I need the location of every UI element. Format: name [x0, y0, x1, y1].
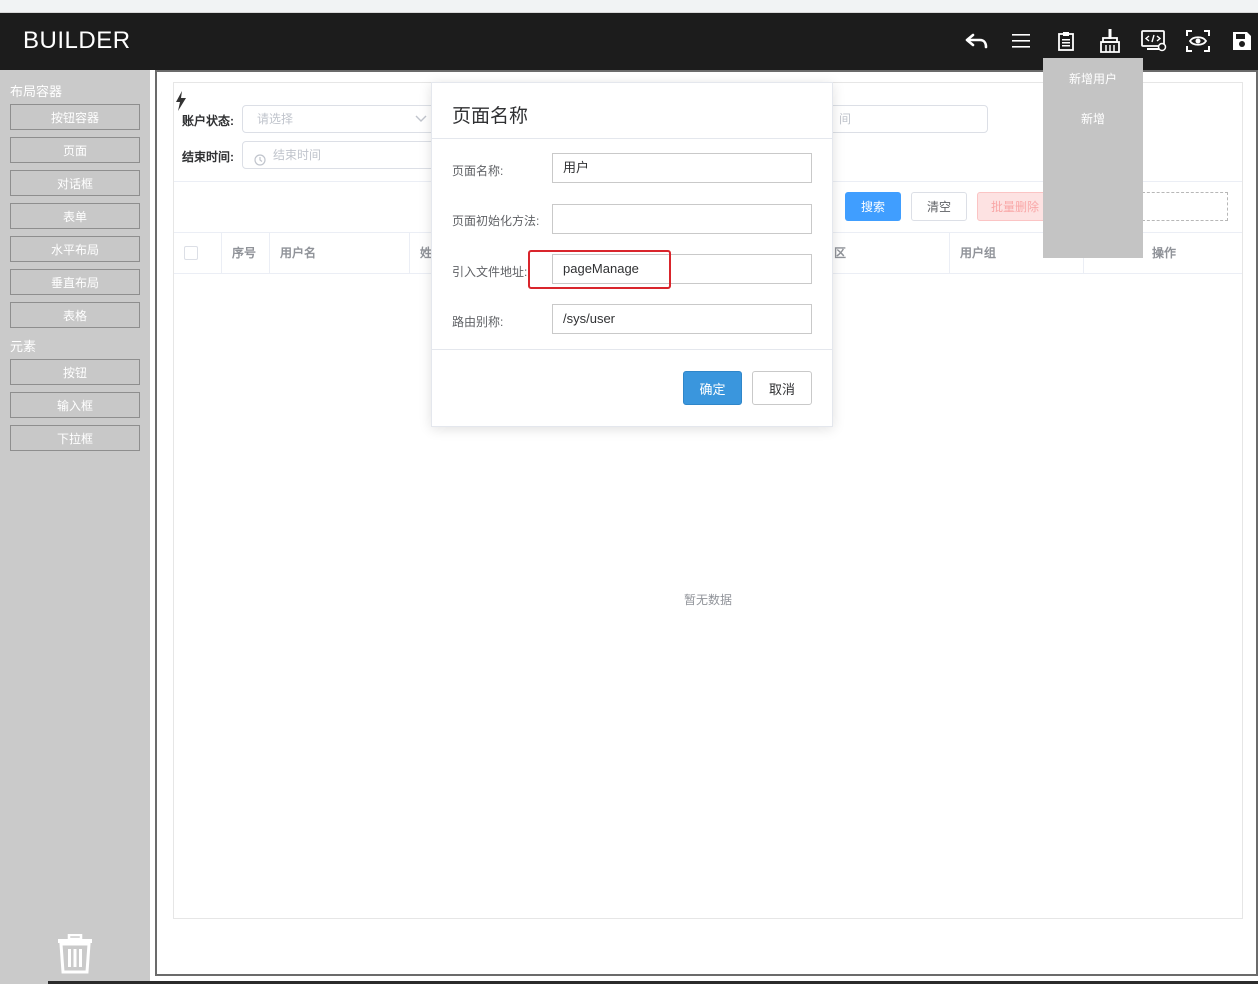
trash-icon[interactable]: [56, 933, 94, 974]
element-group-title: 元素: [10, 339, 37, 354]
sidebar-item-form[interactable]: 表单: [10, 203, 140, 229]
end-time-picker[interactable]: 结束时间: [242, 141, 438, 169]
account-status-placeholder: 请选择: [257, 112, 294, 126]
sidebar-item-vertical-layout[interactable]: 垂直布局: [10, 269, 140, 295]
lightning-icon: [176, 91, 186, 111]
page-name-input[interactable]: 用户: [552, 153, 812, 183]
import-file-path-input[interactable]: pageManage: [552, 254, 812, 284]
page-settings-dialog: 页面名称 页面名称: 用户 页面初始化方法: 引入文件地址: pageManag…: [431, 82, 833, 427]
sidebar-item-table[interactable]: 表格: [10, 302, 140, 328]
menu-icon[interactable]: [1007, 27, 1035, 55]
menu-item-add[interactable]: 新增: [1043, 110, 1143, 127]
undo-icon[interactable]: [963, 27, 991, 55]
preview-eye-icon[interactable]: [1184, 27, 1212, 55]
code-monitor-icon[interactable]: [1140, 27, 1168, 55]
column-header-index: 序号: [222, 233, 270, 273]
sidebar-item-horizontal-layout[interactable]: 水平布局: [10, 236, 140, 262]
browser-chrome-strip: [0, 0, 1258, 13]
clock-icon: [254, 149, 266, 175]
column-header-region: 区: [820, 233, 950, 273]
layout-group-title: 布局容器: [10, 84, 63, 99]
hover-action-menu: 新增用户 新增: [1043, 58, 1143, 258]
component-sidebar: 布局容器 按钮容器 页面 对话框 表单 水平布局 垂直布局 表格 元素 按钮 输…: [0, 70, 150, 984]
column-header-username: 用户名: [270, 233, 410, 273]
page-init-method-input[interactable]: [552, 204, 812, 234]
dialog-footer-divider: [432, 349, 832, 350]
sidebar-item-button-container[interactable]: 按钮容器: [10, 104, 140, 130]
account-status-label: 账户状态:: [182, 114, 234, 128]
dialog-title: 页面名称: [452, 106, 529, 127]
time-range-placeholder: 间: [839, 112, 852, 126]
end-time-label: 结束时间:: [182, 150, 234, 164]
bulk-delete-button[interactable]: 批量删除: [977, 192, 1053, 221]
sidebar-item-button[interactable]: 按钮: [10, 359, 140, 385]
dialog-title-divider: [432, 138, 832, 139]
table-empty-text: 暂无数据: [683, 593, 732, 607]
brand-title: BUILDER: [23, 27, 131, 54]
sidebar-item-dialog[interactable]: 对话框: [10, 170, 140, 196]
select-all-cell: [174, 233, 222, 273]
end-time-placeholder: 结束时间: [273, 148, 322, 162]
sidebar-item-select[interactable]: 下拉框: [10, 425, 140, 451]
drop-slot[interactable]: [1142, 192, 1228, 221]
account-status-select[interactable]: 请选择: [242, 105, 438, 133]
page-init-method-label: 页面初始化方法:: [452, 214, 540, 228]
route-alias-label: 路由别称:: [452, 315, 504, 329]
save-icon[interactable]: [1228, 27, 1256, 55]
search-button[interactable]: 搜索: [845, 192, 901, 221]
import-file-path-label: 引入文件地址:: [452, 265, 528, 279]
menu-item-add-user[interactable]: 新增用户: [1043, 70, 1143, 87]
confirm-button[interactable]: 确定: [683, 371, 742, 405]
chevron-down-icon: [415, 106, 427, 141]
sidebar-item-page[interactable]: 页面: [10, 137, 140, 163]
route-alias-input[interactable]: /sys/user: [552, 304, 812, 334]
broom-icon[interactable]: [1096, 27, 1124, 55]
select-all-checkbox[interactable]: [184, 246, 198, 260]
cancel-button[interactable]: 取消: [752, 371, 812, 405]
sidebar-item-input[interactable]: 输入框: [10, 392, 140, 418]
time-range-input[interactable]: 间: [824, 105, 988, 133]
clear-button[interactable]: 清空: [911, 192, 967, 221]
page-name-label: 页面名称:: [452, 164, 504, 178]
clipboard-icon[interactable]: [1052, 27, 1080, 55]
